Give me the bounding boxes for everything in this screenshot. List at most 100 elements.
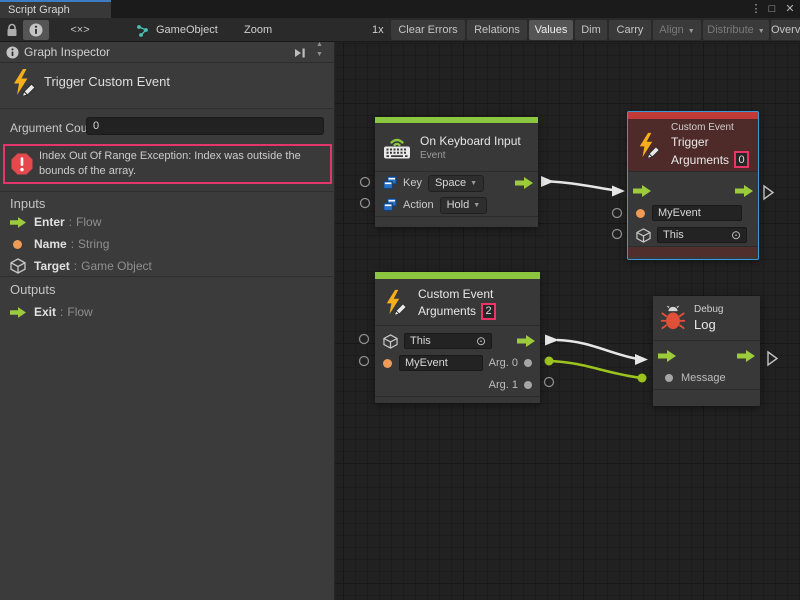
custom-event-icon: [383, 289, 409, 315]
caret-down-icon: ▼: [758, 28, 765, 35]
input-port-enter: Enter : Flow: [10, 214, 101, 230]
arg0-port[interactable]: [524, 359, 532, 367]
action-label: Action: [403, 199, 434, 211]
info-icon: [29, 23, 43, 37]
event-name-row: MyEvent: [628, 202, 758, 224]
target-row: This ⊙: [375, 330, 540, 352]
target-field[interactable]: This ⊙: [404, 333, 492, 349]
key-value: Space: [435, 177, 466, 189]
node-category: Custom Event: [671, 122, 749, 133]
window-close-icon[interactable]: ✕: [782, 0, 798, 18]
relations-button[interactable]: Relations: [467, 20, 527, 40]
window-maximize-icon[interactable]: □: [764, 0, 780, 18]
target-value: This: [663, 229, 684, 241]
error-color-bar: [628, 112, 758, 119]
colon: :: [60, 305, 63, 319]
flow-out-port[interactable]: [735, 185, 753, 197]
arg1-port[interactable]: [524, 381, 532, 389]
log-exit-triangle-icon[interactable]: [768, 352, 777, 365]
custom-event-icon: [10, 68, 38, 96]
node-debug-log[interactable]: Debug Log Message: [653, 296, 760, 406]
zoom-label: Zoom: [244, 24, 272, 36]
distribute-button[interactable]: Distribute ▼: [703, 20, 769, 40]
expand-panel-icon[interactable]: [293, 47, 307, 59]
caret-down-icon: ▼: [473, 202, 480, 209]
graph-canvas[interactable]: On Keyboard Input Event Key Space ▼ Acti…: [335, 42, 800, 600]
argument-count-input[interactable]: [86, 117, 324, 135]
distribute-label: Distribute: [707, 24, 753, 36]
string-port-icon: [636, 209, 645, 218]
action-dropdown[interactable]: Hold ▼: [440, 197, 488, 214]
node-footer: [653, 389, 760, 400]
key-label: Key: [403, 177, 422, 189]
wire-arg0-to-message[interactable]: [545, 357, 647, 383]
flow-out-port[interactable]: [517, 335, 535, 347]
align-button[interactable]: Align▼: [653, 20, 701, 40]
spinner-down-icon[interactable]: ▼: [316, 51, 323, 58]
clear-errors-button[interactable]: Clear Errors: [391, 20, 465, 40]
wire-keyboard-to-trigger[interactable]: [541, 176, 625, 197]
overview-button[interactable]: Overv: [771, 20, 800, 40]
graph-toolbar: <×> GameObject Zoom 1x Clear Errors Rela…: [0, 18, 800, 42]
node-on-keyboard-input[interactable]: On Keyboard Input Event Key Space ▼ Acti…: [375, 117, 538, 227]
dim-button[interactable]: Dim: [575, 20, 607, 40]
action-port-row: Action Hold ▼: [375, 194, 538, 216]
flow-in-port[interactable]: [633, 185, 651, 197]
node-footer: [375, 396, 540, 407]
object-picker-icon[interactable]: ⊙: [731, 228, 741, 242]
event-color-bar: [375, 272, 540, 279]
tab-script-graph[interactable]: Script Graph: [0, 0, 111, 18]
message-label: Message: [681, 372, 726, 384]
event-name-field[interactable]: MyEvent: [652, 205, 742, 221]
values-button[interactable]: Values: [529, 20, 573, 40]
key-dropdown[interactable]: Space ▼: [428, 175, 484, 192]
node-title-line1: Trigger: [671, 135, 749, 149]
carry-button[interactable]: Carry: [609, 20, 651, 40]
event-name-field[interactable]: MyEvent: [399, 355, 483, 371]
argument-count-badge: 0: [734, 151, 749, 168]
action-value: Hold: [447, 199, 470, 211]
code-preview-button[interactable]: <×>: [60, 20, 100, 40]
flow-in-port[interactable]: [658, 350, 676, 362]
message-port[interactable]: [665, 374, 673, 382]
spinner-up-icon[interactable]: ▲: [316, 41, 323, 48]
cube-icon: [636, 228, 651, 243]
node-title-line2: Arguments: [418, 304, 476, 318]
target-row: This ⊙: [628, 224, 758, 246]
unity-script-graph-window: Script Graph ⋮ □ ✕ <×> GameObject Zoom 1…: [0, 0, 800, 600]
graph-owner-label: GameObject: [156, 24, 218, 36]
inputs-heading: Inputs: [10, 196, 45, 211]
flow-out-port[interactable]: [737, 350, 755, 362]
trigger-exit-triangle-icon[interactable]: [764, 186, 773, 199]
node-title: On Keyboard Input: [420, 134, 521, 148]
key-port-row: Key Space ▼: [375, 172, 538, 194]
object-picker-icon[interactable]: ⊙: [476, 334, 486, 348]
target-field[interactable]: This ⊙: [657, 227, 747, 243]
caret-down-icon: ▼: [470, 180, 477, 187]
align-label: Align: [659, 24, 683, 36]
string-port-icon: [383, 359, 392, 368]
literal-icon: [383, 198, 397, 212]
node-custom-event[interactable]: Custom Event Arguments 2 This ⊙: [375, 272, 540, 403]
bug-icon: [661, 305, 685, 331]
inspector-toggle-button[interactable]: [23, 20, 49, 40]
output-port-exit: Exit : Flow: [10, 304, 93, 320]
flow-arrow-icon: [10, 307, 26, 318]
input-port-target: Target : Game Object: [10, 258, 152, 274]
port-name: Name: [34, 237, 67, 251]
graph-icon: [136, 24, 152, 38]
flow-port-row: [628, 180, 758, 202]
literal-icon: [383, 176, 397, 190]
arg1-row: Arg. 1: [375, 374, 540, 396]
flow-out-port[interactable]: [515, 177, 533, 189]
info-icon: [6, 46, 19, 59]
title-bar: Script Graph ⋮ □ ✕: [0, 0, 800, 18]
lock-icon[interactable]: [6, 23, 18, 37]
graph-inspector-header: Graph Inspector ▲ ▼: [0, 42, 334, 63]
target-value: This: [410, 335, 431, 347]
node-trigger-custom-event[interactable]: Custom Event Trigger Arguments 0 MyEvent: [628, 112, 758, 259]
port-type: String: [78, 237, 109, 251]
window-menu-icon[interactable]: ⋮: [748, 0, 764, 18]
zoom-value: 1x: [372, 24, 384, 36]
inspected-unit-title: Trigger Custom Event: [44, 74, 170, 89]
